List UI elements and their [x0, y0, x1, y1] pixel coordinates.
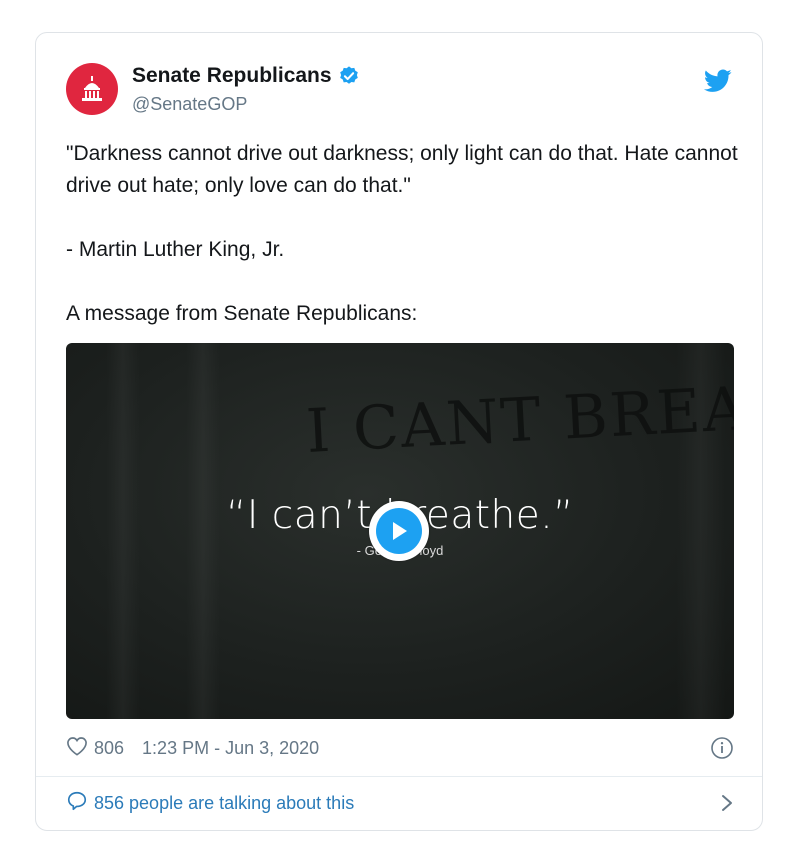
conversation-link[interactable]: 856 people are talking about this — [66, 787, 734, 819]
heart-icon[interactable] — [66, 736, 88, 761]
speech-bubble-icon — [66, 790, 88, 817]
account-handle[interactable]: @SenateGOP — [132, 94, 247, 115]
divider — [36, 776, 762, 777]
tweet-quote: "Darkness cannot drive out darkness; onl… — [66, 142, 738, 197]
video-player[interactable]: I CANT BREATH “I can’t breathe.” - Georg… — [66, 343, 734, 719]
twitter-bird-icon[interactable] — [703, 69, 732, 98]
timestamp[interactable]: 1:23 PM - Jun 3, 2020 — [142, 738, 319, 759]
play-button[interactable] — [369, 501, 429, 561]
tweet-quote-author: - Martin Luther King, Jr. — [66, 238, 285, 261]
tweet-text: "Darkness cannot drive out darkness; onl… — [66, 138, 738, 330]
info-icon[interactable] — [710, 736, 734, 760]
conversation-label[interactable]: 856 people are talking about this — [94, 793, 354, 814]
video-graffiti: I CANT BREATH — [304, 369, 734, 467]
play-icon — [393, 522, 407, 540]
chevron-right-icon[interactable] — [720, 793, 734, 813]
tweet-meta: 806 1:23 PM - Jun 3, 2020 — [66, 733, 734, 763]
account-name-text[interactable]: Senate Republicans — [132, 64, 332, 88]
like-count[interactable]: 806 — [94, 738, 124, 759]
capitol-icon — [82, 76, 102, 101]
tweet-card: Senate Republicans @SenateGOP "Darkness … — [35, 32, 763, 831]
avatar[interactable] — [66, 63, 118, 115]
verified-badge-icon — [338, 65, 360, 87]
tweet-message: A message from Senate Republicans: — [66, 302, 418, 325]
account-name[interactable]: Senate Republicans — [132, 64, 360, 88]
